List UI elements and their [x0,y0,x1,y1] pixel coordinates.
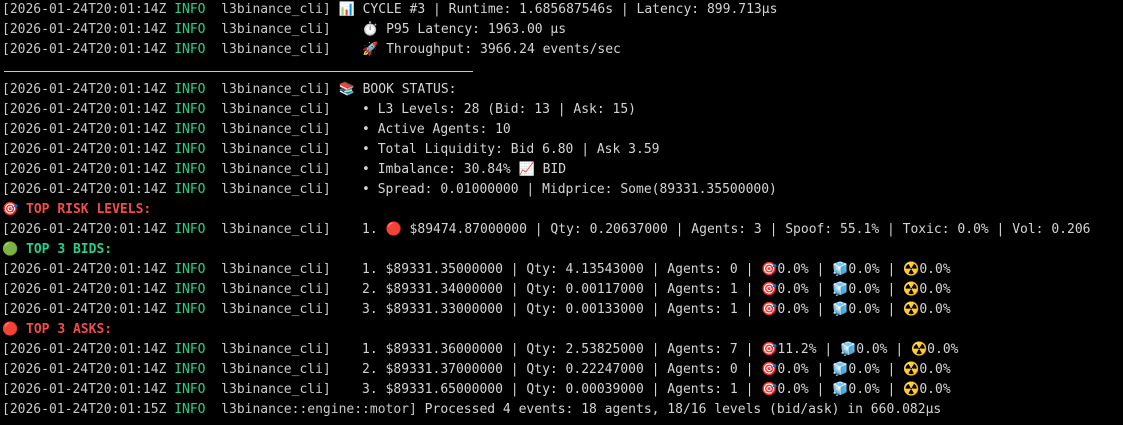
log-line: [2026-01-24T20:01:14Z INFO l3binance_cli… [2,80,1123,100]
log-level: INFO [174,2,206,17]
log-line: [2026-01-24T20:01:14Z INFO l3binance_cli… [2,380,1123,400]
log-target: l3binance_cli] [221,382,331,397]
log-line: [2026-01-24T20:01:14Z INFO l3binance_cli… [2,40,1123,60]
log-target: l3binance_cli] [221,82,331,97]
log-message: 🚀 Throughput: 3966.24 events/sec [330,42,621,57]
log-line: [2026-01-24T20:01:14Z INFO l3binance_cli… [2,140,1123,160]
log-message: 3. $89331.65000000 | Qty: 0.00039000 | A… [330,382,951,397]
log-message: 2. $89331.37000000 | Qty: 0.22247000 | A… [330,362,951,377]
log-level: INFO [174,142,206,157]
log-timestamp: [2026-01-24T20:01:14Z [2,362,167,377]
log-line: [2026-01-24T20:01:14Z INFO l3binance_cli… [2,360,1123,380]
log-message: 1. 🔴 $89474.87000000 | Qty: 0.20637000 |… [330,222,1091,237]
log-timestamp: [2026-01-24T20:01:14Z [2,162,167,177]
log-target: l3binance_cli] [221,142,331,157]
section-header: 🔴 TOP 3 ASKS: [2,322,113,337]
log-line: [2026-01-24T20:01:14Z INFO l3binance_cli… [2,180,1123,200]
log-level: INFO [174,102,206,117]
log-level: INFO [174,22,206,37]
section-header: 🟢 TOP 3 BIDS: [2,242,113,257]
log-target: l3binance_cli] [221,362,331,377]
log-level: INFO [174,342,206,357]
log-level: INFO [174,402,206,417]
separator-rule [2,60,1123,80]
log-target: l3binance_cli] [221,262,331,277]
log-timestamp: [2026-01-24T20:01:14Z [2,102,167,117]
log-line: [2026-01-24T20:01:14Z INFO l3binance_cli… [2,0,1123,20]
section-header: 🎯 TOP RISK LEVELS: [2,202,152,217]
log-message: 2. $89331.34000000 | Qty: 0.00117000 | A… [330,282,951,297]
log-message: • Active Agents: 10 [330,122,511,137]
log-timestamp: [2026-01-24T20:01:14Z [2,82,167,97]
log-line: [2026-01-24T20:01:14Z INFO l3binance_cli… [2,100,1123,120]
log-level: INFO [174,362,206,377]
log-line: [2026-01-24T20:01:14Z INFO l3binance_cli… [2,120,1123,140]
log-message: • Total Liquidity: Bid 6.80 | Ask 3.59 [330,142,660,157]
log-level: INFO [174,162,206,177]
log-message: 📊 CYCLE #3 | Runtime: 1.685687546s | Lat… [330,2,778,17]
log-target: l3binance_cli] [221,2,331,17]
log-target: l3binance::engine::motor] [221,402,417,417]
log-timestamp: [2026-01-24T20:01:14Z [2,182,167,197]
log-timestamp: [2026-01-24T20:01:14Z [2,302,167,317]
log-target: l3binance_cli] [221,282,331,297]
log-timestamp: [2026-01-24T20:01:15Z [2,402,167,417]
terminal-output[interactable]: [2026-01-24T20:01:14Z INFO l3binance_cli… [0,0,1123,420]
log-timestamp: [2026-01-24T20:01:14Z [2,42,167,57]
log-line: [2026-01-24T20:01:15Z INFO l3binance::en… [2,400,1123,420]
log-target: l3binance_cli] [221,182,331,197]
log-timestamp: [2026-01-24T20:01:14Z [2,282,167,297]
log-message: Processed 4 events: 18 agents, 18/16 lev… [416,402,942,417]
log-line: [2026-01-24T20:01:14Z INFO l3binance_cli… [2,220,1123,240]
log-message: 📚 BOOK STATUS: [330,82,457,97]
log-target: l3binance_cli] [221,222,331,237]
log-level: INFO [174,282,206,297]
log-level: INFO [174,82,206,97]
log-message: • Imbalance: 30.84% 📈 BID [330,162,567,177]
log-timestamp: [2026-01-24T20:01:14Z [2,342,167,357]
log-message: 1. $89331.35000000 | Qty: 4.13543000 | A… [330,262,951,277]
log-line: [2026-01-24T20:01:14Z INFO l3binance_cli… [2,280,1123,300]
log-level: INFO [174,302,206,317]
log-target: l3binance_cli] [221,302,331,317]
log-timestamp: [2026-01-24T20:01:14Z [2,122,167,137]
log-line: [2026-01-24T20:01:14Z INFO l3binance_cli… [2,160,1123,180]
log-message: • Spread: 0.01000000 | Midprice: Some(89… [330,182,777,197]
log-message: 3. $89331.33000000 | Qty: 0.00133000 | A… [330,302,951,317]
log-timestamp: [2026-01-24T20:01:14Z [2,2,167,17]
log-target: l3binance_cli] [221,42,331,57]
log-level: INFO [174,182,206,197]
log-timestamp: [2026-01-24T20:01:14Z [2,142,167,157]
log-level: INFO [174,382,206,397]
log-level: INFO [174,222,206,237]
log-line: [2026-01-24T20:01:14Z INFO l3binance_cli… [2,340,1123,360]
log-target: l3binance_cli] [221,22,331,37]
log-message: 1. $89331.36000000 | Qty: 2.53825000 | A… [330,342,959,357]
log-target: l3binance_cli] [221,342,331,357]
log-timestamp: [2026-01-24T20:01:14Z [2,222,167,237]
log-line: [2026-01-24T20:01:14Z INFO l3binance_cli… [2,260,1123,280]
log-line: [2026-01-24T20:01:14Z INFO l3binance_cli… [2,300,1123,320]
log-level: INFO [174,42,206,57]
log-timestamp: [2026-01-24T20:01:14Z [2,262,167,277]
log-message: • L3 Levels: 28 (Bid: 13 | Ask: 15) [330,102,636,117]
log-target: l3binance_cli] [221,162,331,177]
log-timestamp: [2026-01-24T20:01:14Z [2,382,167,397]
log-target: l3binance_cli] [221,122,331,137]
log-line: [2026-01-24T20:01:14Z INFO l3binance_cli… [2,20,1123,40]
log-target: l3binance_cli] [221,102,331,117]
log-level: INFO [174,122,206,137]
log-level: INFO [174,262,206,277]
log-message: ⏱️ P95 Latency: 1963.00 µs [330,22,567,37]
log-timestamp: [2026-01-24T20:01:14Z [2,22,167,37]
